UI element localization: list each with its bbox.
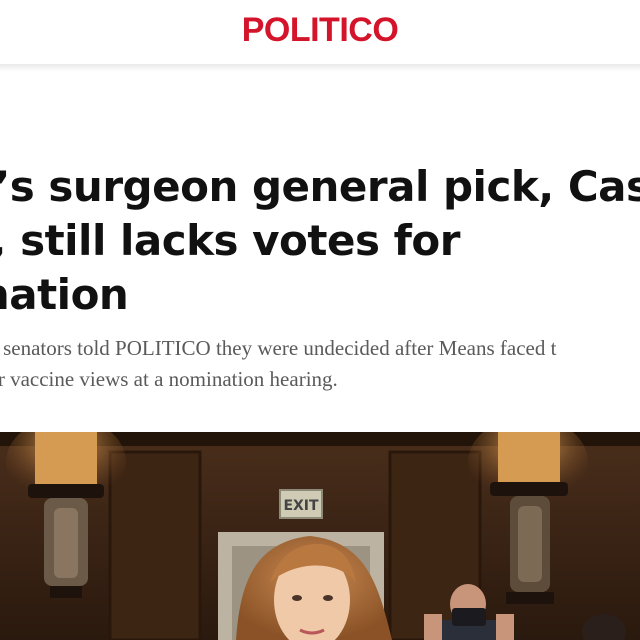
headline-line-3: mation bbox=[0, 270, 129, 319]
article-page: POLITICO o’s surgeon general pick, Casey… bbox=[0, 0, 640, 640]
dek-line-2: ner vaccine views at a nomination hearin… bbox=[0, 367, 338, 391]
hearing-room-photo: EXIT bbox=[0, 432, 640, 640]
headline-line-1: o’s surgeon general pick, Casey bbox=[0, 162, 640, 211]
hero-photo[interactable]: EXIT bbox=[0, 432, 640, 640]
headline-line-2: s, still lacks votes for bbox=[0, 216, 460, 265]
article-headline: o’s surgeon general pick, Casey s, still… bbox=[0, 160, 640, 322]
dek-line-1: an senators told POLITICO they were unde… bbox=[0, 336, 557, 360]
politico-logo[interactable]: POLITICO bbox=[242, 13, 399, 47]
header-divider bbox=[0, 64, 640, 72]
article-dek: an senators told POLITICO they were unde… bbox=[0, 333, 640, 395]
site-header: POLITICO bbox=[0, 0, 640, 64]
exit-sign-text: EXIT bbox=[283, 498, 319, 514]
